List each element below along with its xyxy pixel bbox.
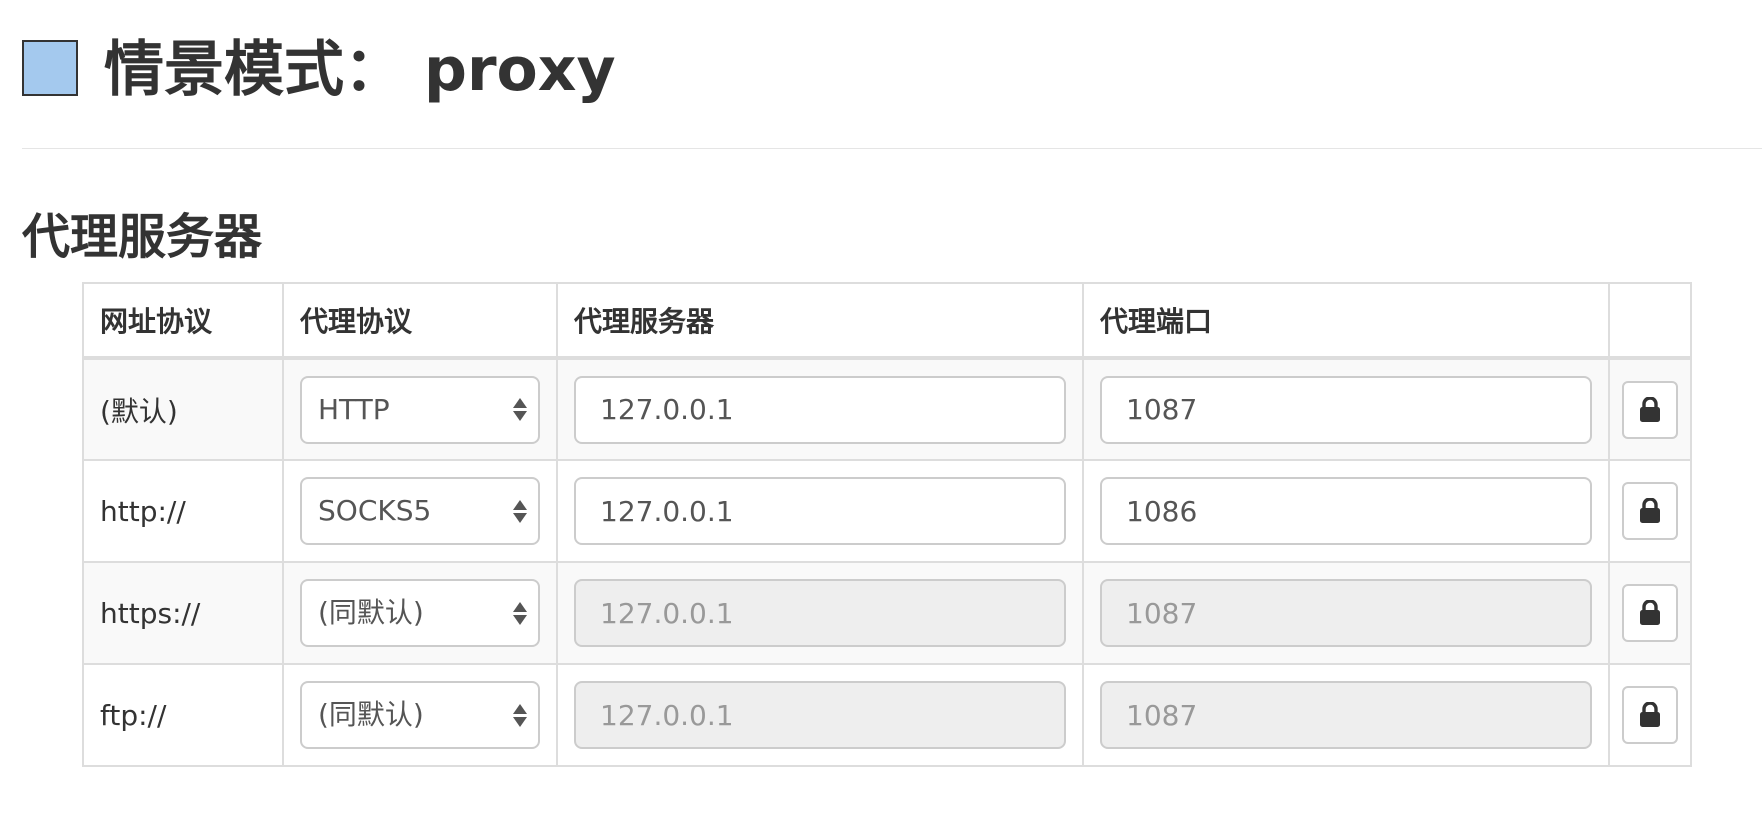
- table-header-row: 网址协议 代理协议 代理服务器 代理端口: [82, 282, 1692, 359]
- server-input[interactable]: [574, 579, 1066, 647]
- page-title: 情景模式： proxy: [104, 30, 616, 110]
- lock-icon: [1639, 600, 1661, 626]
- protocol-select-value: HTTP: [318, 392, 390, 426]
- protocol-select-value: (同默认): [318, 698, 424, 731]
- protocol-cell: (同默认): [282, 663, 558, 767]
- protocol-select[interactable]: (同默认): [300, 579, 540, 647]
- table-row: https:// (同默认): [82, 561, 1692, 665]
- lock-button[interactable]: [1622, 482, 1678, 540]
- server-input[interactable]: [574, 375, 1066, 444]
- scheme-cell: https://: [82, 561, 284, 665]
- table-row: ftp:// (同默认): [82, 663, 1692, 767]
- port-cell: [1082, 561, 1610, 665]
- scheme-label: http://: [100, 494, 186, 528]
- protocol-cell: (同默认): [282, 561, 558, 665]
- column-header-server: 代理服务器: [556, 282, 1084, 359]
- protocol-cell: SOCKS5: [282, 459, 558, 563]
- select-arrows-icon: [510, 581, 530, 645]
- column-header-protocol: 代理协议: [282, 282, 558, 359]
- lock-button[interactable]: [1622, 380, 1678, 439]
- proxy-servers-table: 网址协议 代理协议 代理服务器 代理端口 (默认) HTTP 127.0.0.1…: [82, 282, 1692, 767]
- action-cell: [1608, 561, 1692, 665]
- header-divider: [22, 148, 1762, 149]
- port-cell: [1082, 663, 1610, 767]
- table-row: http:// SOCKS5: [82, 459, 1692, 563]
- select-arrows-icon: [510, 683, 530, 747]
- scheme-cell: http://: [82, 459, 284, 563]
- action-cell: [1608, 357, 1692, 461]
- port-cell: [1082, 459, 1610, 563]
- port-input[interactable]: [1100, 579, 1592, 647]
- column-header-port: 代理端口: [1082, 282, 1610, 359]
- scheme-cell: ftp://: [82, 663, 284, 767]
- profile-color-swatch[interactable]: [22, 40, 78, 96]
- scheme-label: ftp://: [100, 698, 167, 732]
- server-cell: [556, 357, 1084, 461]
- action-cell: [1608, 663, 1692, 767]
- protocol-select-value: SOCKS5: [318, 494, 432, 527]
- lock-icon: [1639, 396, 1661, 423]
- scheme-label: https://: [100, 596, 201, 630]
- protocol-select[interactable]: (同默认): [300, 681, 540, 749]
- page-header: 情景模式： proxy: [22, 30, 1762, 110]
- scheme-cell: (默认): [82, 357, 284, 461]
- lock-button[interactable]: [1622, 686, 1678, 744]
- scheme-label: (默认): [100, 394, 178, 428]
- column-header-scheme: 网址协议: [82, 282, 284, 359]
- lock-icon: [1639, 702, 1661, 728]
- lock-icon: [1639, 498, 1661, 524]
- section-title-proxy-servers: 代理服务器: [22, 209, 263, 265]
- lock-button[interactable]: [1622, 584, 1678, 642]
- port-input[interactable]: [1100, 375, 1592, 444]
- server-cell: [556, 663, 1084, 767]
- protocol-select[interactable]: SOCKS5: [300, 477, 540, 545]
- column-header-actions: [1608, 282, 1692, 359]
- port-input[interactable]: [1100, 477, 1592, 545]
- table-row: (默认) HTTP: [82, 357, 1692, 461]
- port-input[interactable]: [1100, 681, 1592, 749]
- select-arrows-icon: [510, 479, 530, 543]
- profile-name: proxy: [424, 35, 616, 105]
- protocol-cell: HTTP: [282, 357, 558, 461]
- server-cell: [556, 459, 1084, 563]
- server-input[interactable]: [574, 477, 1066, 545]
- port-cell: [1082, 357, 1610, 461]
- protocol-select[interactable]: HTTP: [300, 375, 540, 444]
- server-input[interactable]: [574, 681, 1066, 749]
- action-cell: [1608, 459, 1692, 563]
- protocol-select-value: (同默认): [318, 596, 424, 629]
- server-cell: [556, 561, 1084, 665]
- select-arrows-icon: [510, 378, 530, 442]
- page-title-label: 情景模式：: [104, 35, 404, 105]
